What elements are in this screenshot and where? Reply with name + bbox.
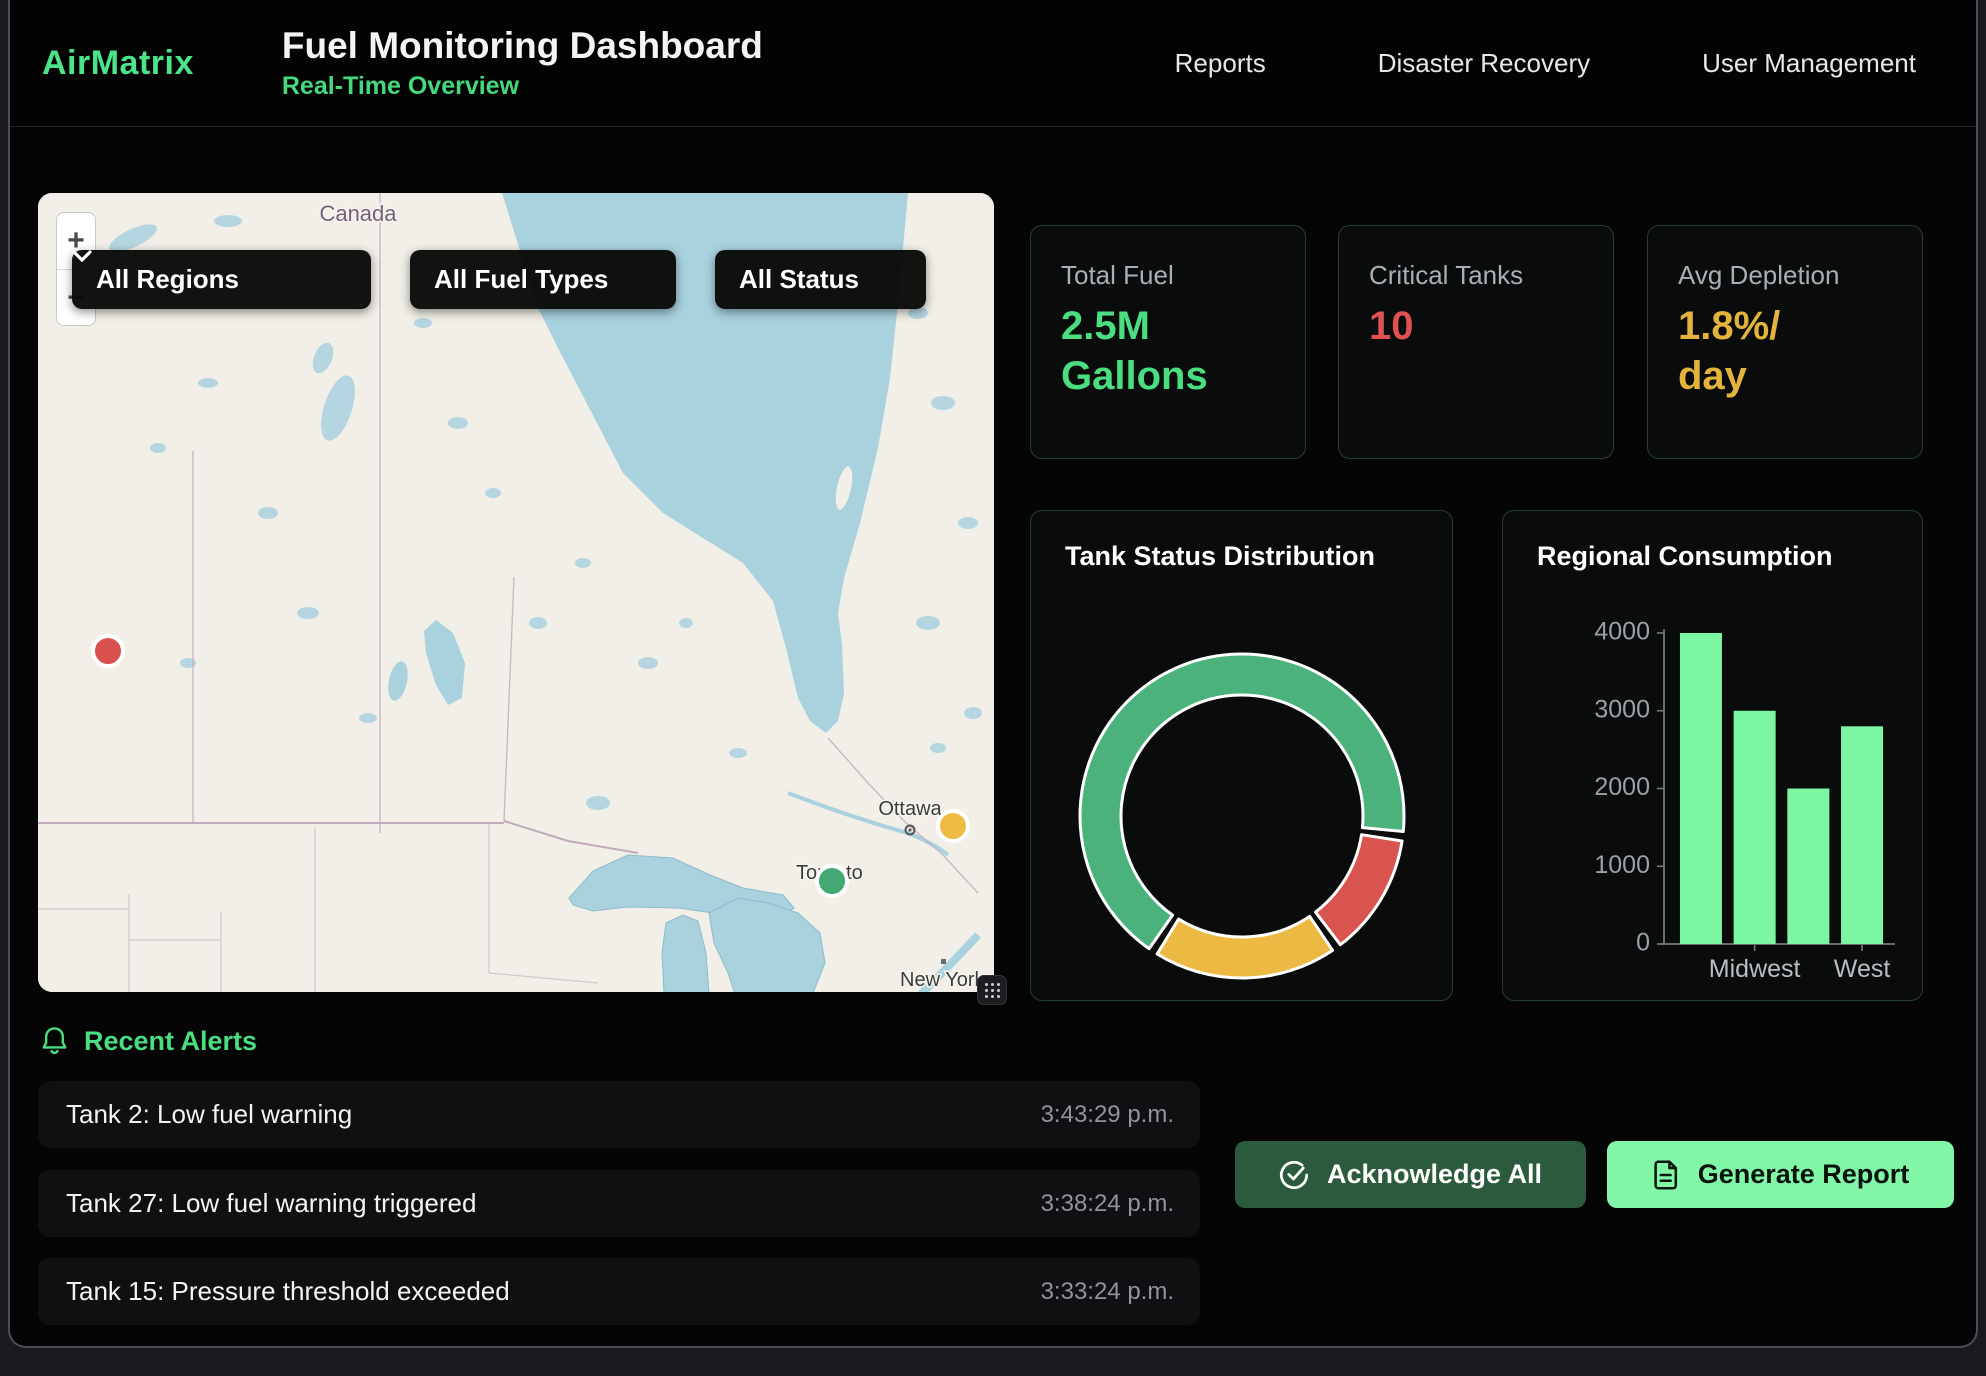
- alert-message: Tank 15: Pressure threshold exceeded: [66, 1276, 510, 1307]
- total-fuel-card: Total Fuel 2.5MGallons: [1030, 225, 1306, 459]
- nav-disaster-recovery[interactable]: Disaster Recovery: [1378, 48, 1590, 79]
- page-subtitle: Real-Time Overview: [282, 72, 763, 101]
- tank-status-title: Tank Status Distribution: [1065, 541, 1375, 572]
- fuel-map[interactable]: Canada Ottawa Toronto New York + − All R…: [38, 193, 994, 992]
- map-label-canada: Canada: [319, 201, 397, 226]
- file-text-icon: [1652, 1160, 1680, 1190]
- nav-reports[interactable]: Reports: [1175, 48, 1266, 79]
- y-tick-label: 4000: [1594, 618, 1650, 646]
- alert-row[interactable]: Tank 27: Low fuel warning triggered 3:38…: [38, 1170, 1200, 1237]
- resize-grip-icon[interactable]: [977, 975, 1007, 1005]
- generate-report-button[interactable]: Generate Report: [1607, 1141, 1954, 1208]
- y-tick-label: 1000: [1594, 851, 1650, 879]
- map-canvas: Canada Ottawa Toronto New York: [38, 193, 994, 992]
- donut-segment-critical: [1315, 835, 1402, 945]
- check-circle-icon: [1279, 1160, 1309, 1190]
- tank-status-card: Tank Status Distribution: [1030, 510, 1453, 1001]
- region-filter-value: All Regions: [96, 264, 239, 295]
- critical-tanks-value: 10: [1369, 301, 1583, 351]
- dashboard-panel: AirMatrix Fuel Monitoring Dashboard Real…: [8, 0, 1978, 1348]
- avg-depletion-card: Avg Depletion 1.8%/day: [1647, 225, 1923, 459]
- alert-time: 3:43:29 p.m.: [1041, 1101, 1174, 1129]
- app-header: AirMatrix Fuel Monitoring Dashboard Real…: [10, 0, 1976, 127]
- regional-consumption-title: Regional Consumption: [1537, 541, 1832, 572]
- map-label-newyork: New York: [900, 969, 985, 991]
- recent-alerts-title: Recent Alerts: [84, 1026, 257, 1057]
- alert-row[interactable]: Tank 15: Pressure threshold exceeded 3:3…: [38, 1258, 1200, 1325]
- total-fuel-value: 2.5MGallons: [1061, 301, 1275, 401]
- warning-tank-marker[interactable]: [938, 811, 968, 841]
- newyork-town-dot: [941, 959, 946, 964]
- avg-depletion-value: 1.8%/day: [1678, 301, 1892, 401]
- status-filter-value: All Status: [739, 264, 859, 295]
- fuel-type-filter-value: All Fuel Types: [434, 264, 608, 295]
- total-fuel-label: Total Fuel: [1061, 260, 1275, 291]
- generate-report-label: Generate Report: [1698, 1159, 1910, 1190]
- app-logo: AirMatrix: [42, 44, 194, 83]
- bar-northeast: [1680, 633, 1722, 944]
- normal-tank-marker[interactable]: [817, 866, 847, 896]
- acknowledge-all-label: Acknowledge All: [1327, 1159, 1542, 1190]
- bar-midwest: [1734, 711, 1776, 944]
- acknowledge-all-button[interactable]: Acknowledge All: [1235, 1141, 1586, 1208]
- title-block: Fuel Monitoring Dashboard Real-Time Over…: [282, 25, 763, 101]
- fuel-type-filter-dropdown[interactable]: All Fuel Types: [410, 250, 676, 309]
- y-tick-label: 3000: [1594, 695, 1650, 723]
- nav-user-management[interactable]: User Management: [1702, 48, 1916, 79]
- x-tick-label: Midwest: [1709, 955, 1801, 983]
- tank-status-donut-chart: [1031, 511, 1454, 1002]
- recent-alerts-header: Recent Alerts: [40, 1026, 257, 1057]
- critical-tank-marker[interactable]: [93, 636, 123, 666]
- y-tick-label: 0: [1636, 929, 1650, 957]
- regional-consumption-card: Regional Consumption 0 1000 2000 3000 4000 Mi…: [1502, 510, 1923, 1001]
- critical-tanks-card: Critical Tanks 10: [1338, 225, 1614, 459]
- critical-tanks-label: Critical Tanks: [1369, 260, 1583, 291]
- regional-consumption-bar-chart: 0 1000 2000 3000 4000 Midwest West: [1503, 511, 1924, 1002]
- map-filters: All Regions All Fuel Types All Status: [72, 250, 926, 309]
- page-title: Fuel Monitoring Dashboard: [282, 25, 763, 68]
- bar-south: [1787, 789, 1829, 945]
- bar-west: [1841, 726, 1883, 944]
- alert-time: 3:33:24 p.m.: [1041, 1278, 1174, 1306]
- alert-message: Tank 2: Low fuel warning: [66, 1099, 352, 1130]
- main-nav: Reports Disaster Recovery User Managemen…: [1175, 48, 1916, 79]
- alert-row[interactable]: Tank 2: Low fuel warning 3:43:29 p.m.: [38, 1081, 1200, 1148]
- region-filter-dropdown[interactable]: All Regions: [72, 250, 371, 309]
- alert-message: Tank 27: Low fuel warning triggered: [66, 1188, 476, 1219]
- bell-icon: [40, 1026, 69, 1057]
- status-filter-dropdown[interactable]: All Status: [715, 250, 926, 309]
- map-label-ottawa: Ottawa: [878, 798, 942, 820]
- y-tick-label: 2000: [1594, 773, 1650, 801]
- alert-time: 3:38:24 p.m.: [1041, 1190, 1174, 1218]
- x-tick-label: West: [1834, 955, 1891, 983]
- donut-segment-warning: [1157, 916, 1332, 978]
- avg-depletion-label: Avg Depletion: [1678, 260, 1892, 291]
